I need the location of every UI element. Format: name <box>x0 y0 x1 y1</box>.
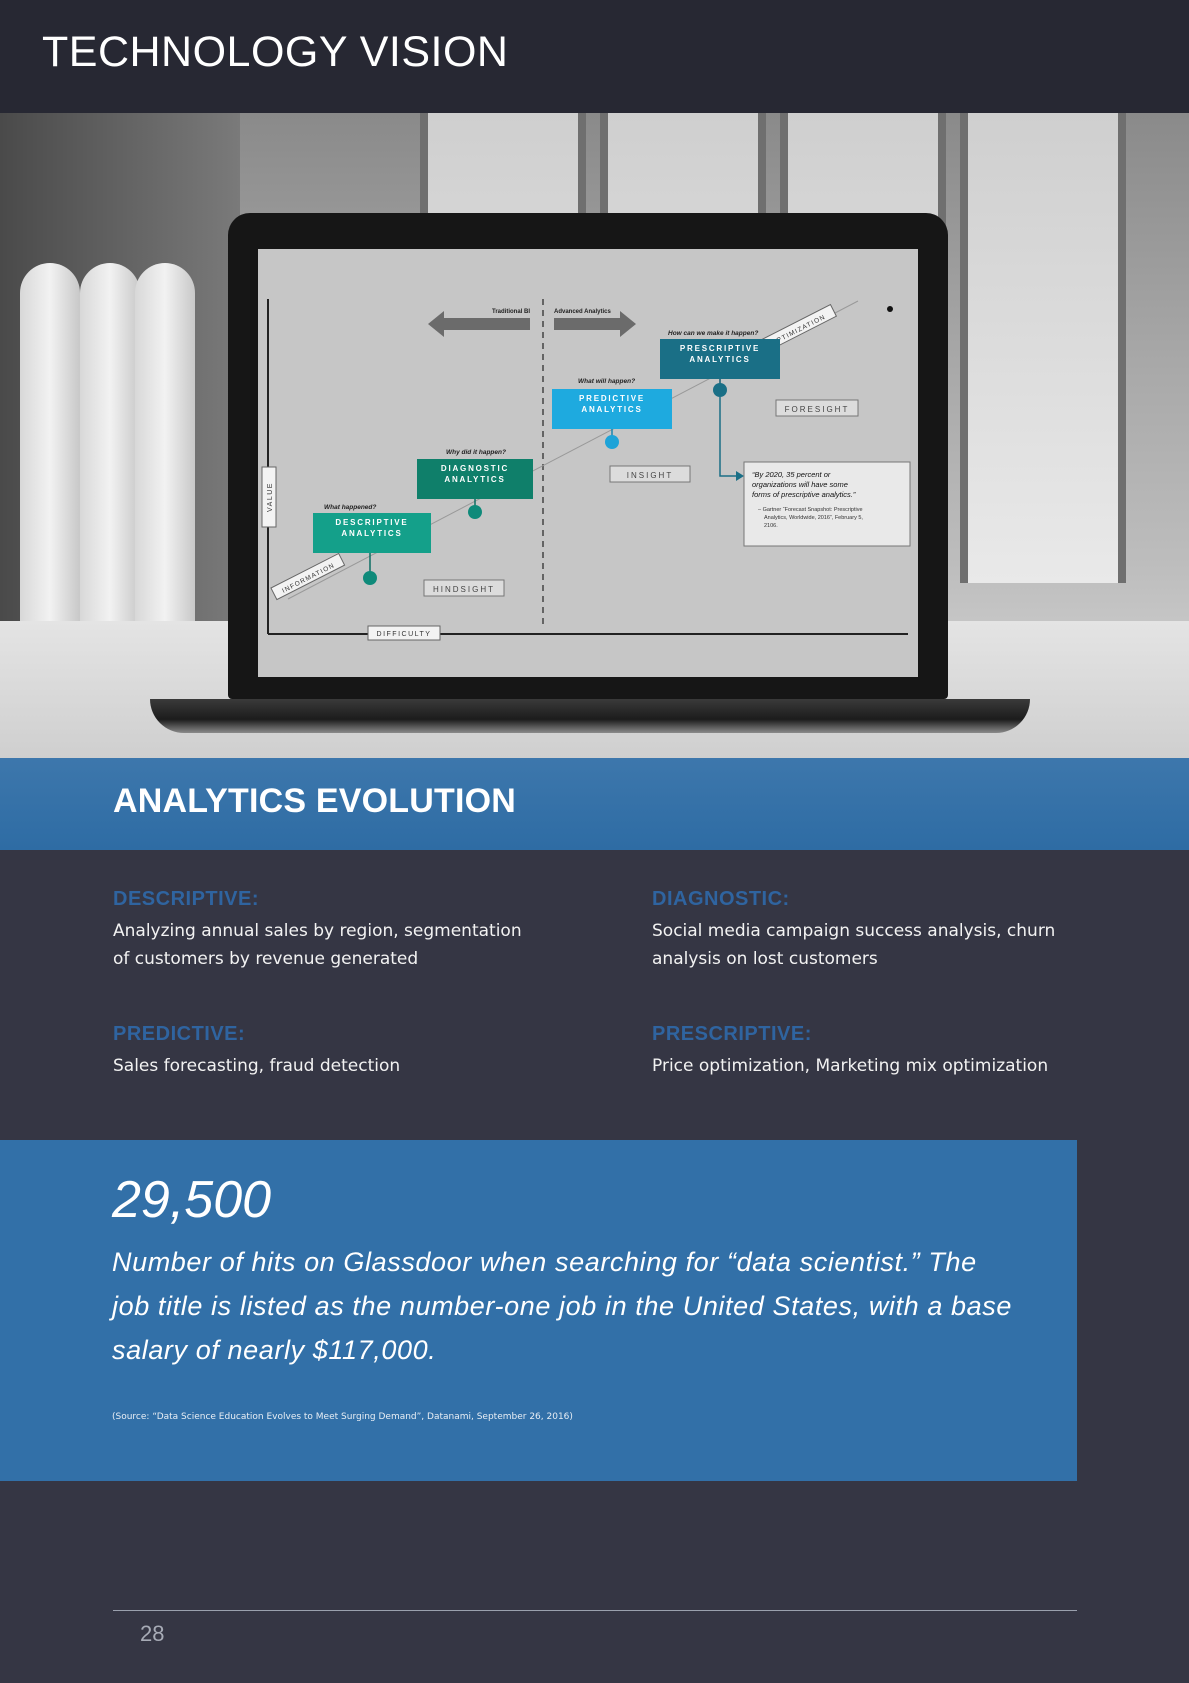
predictive-box-line2: ANALYTICS <box>581 405 642 414</box>
quote-line3: forms of prescriptive analytics.” <box>752 490 856 499</box>
quote-citation-line2: Analytics, Worldwide, 2016”, February 5, <box>764 515 863 521</box>
prescriptive-box-line2: ANALYTICS <box>689 355 750 364</box>
prescriptive-item: PRESCRIPTIVE: Price optimization, Market… <box>652 1023 1132 1080</box>
section-banner: ANALYTICS EVOLUTION <box>0 758 1189 850</box>
difficulty-axis-label: DIFFICULTY <box>377 631 432 638</box>
diagnostic-question: Why did it happen? <box>446 449 506 456</box>
quote-arrowhead <box>736 471 744 481</box>
diagnostic-box-line1: DIAGNOSTIC <box>441 464 509 473</box>
statistic-number: 29,500 <box>112 1171 272 1229</box>
predictive-title: PREDICTIVE: <box>113 1023 246 1045</box>
descriptive-text: Analyzing annual sales by region, segmen… <box>113 921 522 969</box>
prescriptive-text: Price optimization, Marketing mix optimi… <box>652 1056 1049 1076</box>
descriptive-box-line1: DESCRIPTIVE <box>335 518 408 527</box>
descriptive-box-line2: ANALYTICS <box>341 529 402 538</box>
statistic-description: Number of hits on Glassdoor when searchi… <box>112 1247 1012 1365</box>
hero-image: VALUE DIFFICULTY Traditional BI Advanced… <box>0 113 1189 758</box>
descriptive-question: What happened? <box>324 504 376 511</box>
descriptive-dot <box>363 571 377 585</box>
statistic-source: (Source: “Data Science Education Evolves… <box>112 1412 573 1422</box>
hindsight-label: HINDSIGHT <box>433 585 495 594</box>
value-axis-label: VALUE <box>267 482 274 512</box>
traditional-bi-label: Traditional BI <box>492 309 530 315</box>
page-number: 28 <box>140 1621 165 1646</box>
section-title: ANALYTICS EVOLUTION <box>113 782 517 820</box>
analytics-evolution-diagram: VALUE DIFFICULTY Traditional BI Advanced… <box>261 299 911 641</box>
quote-line1: “By 2020, 35 percent or <box>752 470 831 479</box>
diagnostic-text: Social media campaign success analysis, … <box>652 921 1056 969</box>
predictive-dot <box>605 435 619 449</box>
predictive-question: What will happen? <box>578 378 635 385</box>
advanced-analytics-label: Advanced Analytics <box>554 309 611 315</box>
predictive-item: PREDICTIVE: Sales forecasting, fraud det… <box>113 1023 573 1080</box>
diagnostic-item: DIAGNOSTIC: Social media campaign succes… <box>652 888 1112 973</box>
quote-connector <box>719 397 736 477</box>
predictive-box-line1: PREDICTIVE <box>579 394 645 403</box>
descriptive-item: DESCRIPTIVE: Analyzing annual sales by r… <box>113 888 573 973</box>
insight-label: INSIGHT <box>627 471 673 480</box>
laptop-screen: VALUE DIFFICULTY Traditional BI Advanced… <box>258 249 918 677</box>
laptop-keyboard <box>150 699 1030 733</box>
page-header: TECHNOLOGY VISION <box>0 0 1189 113</box>
statistic-callout: 29,500 Number of hits on Glassdoor when … <box>0 1140 1077 1481</box>
prescriptive-dot <box>713 383 727 397</box>
prescriptive-box-line1: PRESCRIPTIVE <box>680 344 760 353</box>
diagnostic-box-line2: ANALYTICS <box>444 475 505 484</box>
descriptive-title: DESCRIPTIVE: <box>113 888 260 910</box>
background-window <box>960 113 1126 583</box>
page-title: TECHNOLOGY VISION <box>42 28 509 76</box>
quote-citation-line3: 2106. <box>764 523 778 529</box>
footer-divider <box>113 1610 1077 1611</box>
diagnostic-dot <box>468 505 482 519</box>
quote-citation-line1: – Gartner “Forecast Snapshot: Prescripti… <box>758 507 863 513</box>
trend-end-dot <box>887 306 893 312</box>
predictive-text: Sales forecasting, fraud detection <box>113 1056 401 1076</box>
diagnostic-title: DIAGNOSTIC: <box>652 888 790 910</box>
quote-line2: organizations will have some <box>752 480 848 489</box>
foresight-label: FORESIGHT <box>785 405 850 414</box>
prescriptive-question: How can we make it happen? <box>668 330 758 337</box>
prescriptive-title: PRESCRIPTIVE: <box>652 1023 812 1045</box>
